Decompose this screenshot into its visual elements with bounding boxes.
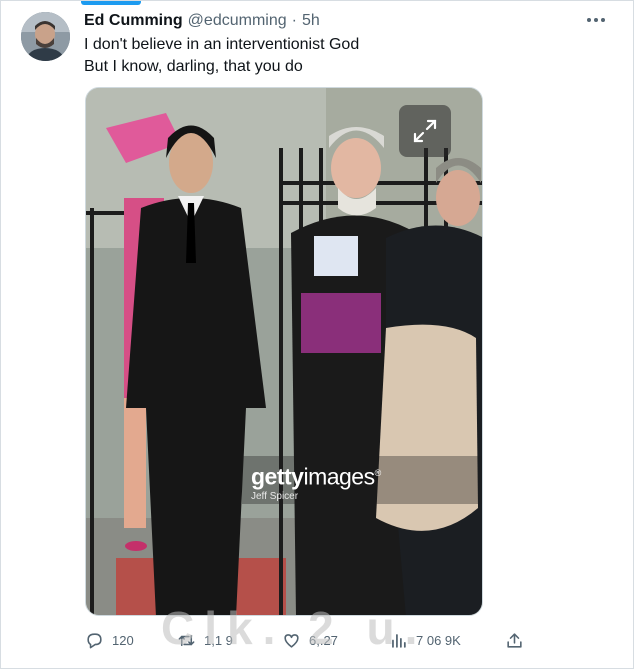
avatar-photo [21, 12, 70, 61]
tweet-text-line: I don't believe in an interventionist Go… [84, 36, 360, 53]
share-icon [507, 632, 522, 648]
reply-icon [87, 632, 102, 648]
photo-image [86, 88, 482, 615]
tweet-header: Ed Cumming @edcumming · 5h [84, 10, 593, 32]
author-name[interactable]: Ed Cumming [84, 12, 183, 30]
watermark-brand: gettyimages® [251, 463, 381, 490]
photo-credit: Jeff Spicer [251, 490, 299, 502]
reply-count: 120 [112, 632, 134, 648]
tweet-card: Ed Cumming @edcumming · 5h I don't belie… [0, 0, 634, 669]
heart-icon [284, 633, 299, 648]
analytics-icon [392, 633, 406, 648]
tweet-timestamp[interactable]: 5h [302, 12, 320, 30]
header-separator: · [291, 12, 297, 29]
author-handle[interactable]: @edcumming [188, 12, 287, 30]
views-button[interactable]: 7 06 9K [389, 623, 461, 657]
retweet-button[interactable]: 1,1 9 [177, 623, 233, 657]
reply-button[interactable]: 120 [85, 623, 134, 657]
view-count: 7 06 9K [416, 632, 461, 648]
share-button[interactable] [505, 623, 524, 657]
retweet-icon [178, 634, 195, 646]
like-button[interactable]: 6,.27 [282, 623, 338, 657]
getty-images-watermark: gettyimages® Jeff Spicer [242, 456, 482, 504]
more-options-icon[interactable] [581, 9, 611, 31]
retweet-count: 1,1 9 [204, 632, 233, 648]
avatar[interactable] [21, 12, 70, 61]
like-count: 6,.27 [309, 632, 338, 648]
tweet-photo[interactable]: gettyimages® Jeff Spicer [85, 87, 483, 616]
tweet-text: I don't believe in an interventionist Go… [84, 34, 584, 78]
expand-arrows-icon[interactable] [399, 105, 451, 157]
tweet-action-bar: 120 1,1 9 6,.27 7 06 9K [77, 623, 537, 657]
tweet-text-line: But I know, darling, that you do [84, 58, 303, 75]
top-accent-bar [81, 1, 141, 5]
